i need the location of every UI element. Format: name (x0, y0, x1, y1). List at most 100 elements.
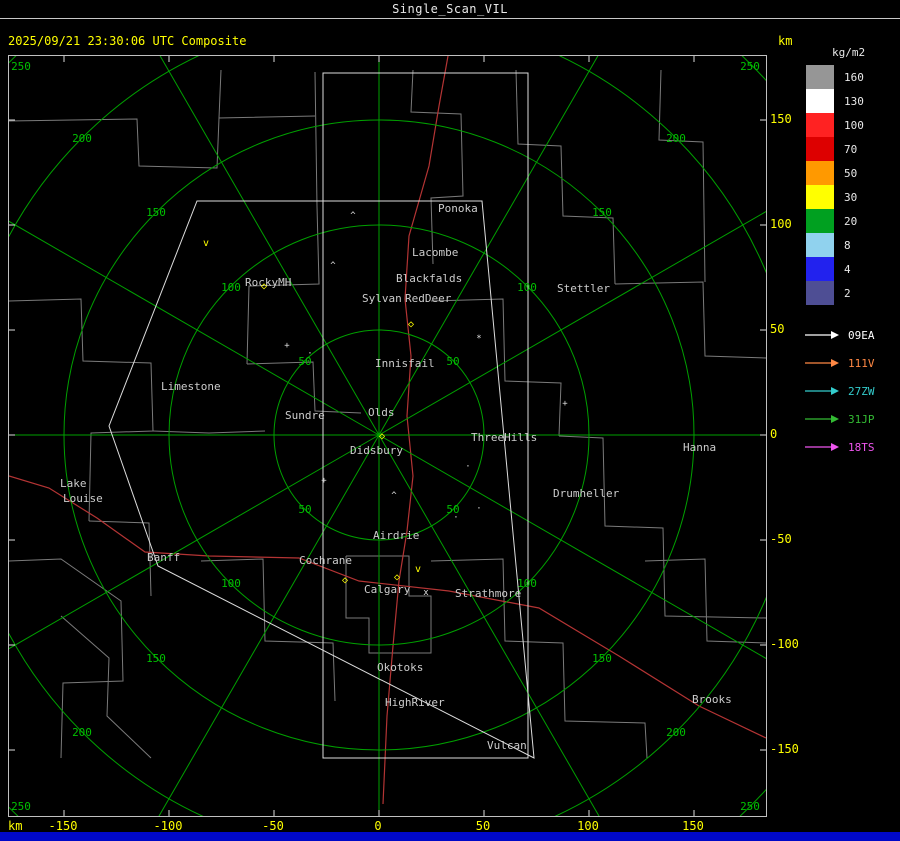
range-label: 200 (72, 726, 92, 739)
range-label: 100 (517, 281, 537, 294)
city-label: Lacombe (412, 246, 458, 259)
bottom-axis-value: -150 (48, 819, 78, 833)
colorbar-swatch (806, 113, 834, 137)
city-label: Limestone (161, 380, 221, 393)
county-boundary-line (614, 281, 766, 359)
colorbar-row: 160 (800, 65, 900, 89)
map-mark: · (307, 349, 312, 359)
track-arrow-icon (805, 443, 839, 451)
city-label: Hanna (683, 441, 716, 454)
map-mark: x (423, 588, 429, 598)
colorbar-row: 20 (800, 209, 900, 233)
colorbar-row: 130 (800, 89, 900, 113)
bottom-axis-value: 50 (475, 819, 491, 833)
city-label: Banff (147, 551, 180, 564)
county-boundary-line (246, 361, 362, 414)
colorbar-swatch (806, 137, 834, 161)
track-id-label: 09EA (848, 328, 875, 342)
bottom-bar (0, 832, 900, 841)
county-boundary-line (515, 69, 616, 285)
bottom-axis-unit: km (8, 819, 23, 833)
map-mark: + (284, 341, 290, 351)
range-label: 150 (146, 206, 166, 219)
track-row: 111V (804, 349, 900, 377)
colorbar-swatch (806, 209, 834, 233)
city-label: Vulcan (487, 739, 527, 752)
range-label: 250 (11, 60, 31, 73)
bottom-axis-value: 0 (374, 819, 382, 833)
colorbar-row: 30 (800, 185, 900, 209)
track-id-label: 27ZW (848, 384, 875, 398)
titlebar: Single_Scan_VIL (0, 0, 900, 19)
track-legend: 09EA 111V 27ZW 31JP 18TS (800, 321, 900, 461)
range-label: 200 (666, 132, 686, 145)
highway-line (382, 56, 449, 805)
county-boundary-line (410, 69, 464, 265)
colorbar-swatch (806, 161, 834, 185)
track-row: 18TS (804, 433, 900, 461)
county-boundary-line (9, 115, 316, 169)
colorbar-row: 2 (800, 281, 900, 305)
colorbar-row: 50 (800, 161, 900, 185)
city-label: Drumheller (553, 487, 620, 500)
right-axis-value: -100 (770, 637, 799, 651)
city-label: Sylvan (362, 292, 402, 305)
range-label: 50 (446, 355, 459, 368)
city-label: RockyMH (245, 276, 291, 289)
city-label: Blackfalds (396, 272, 462, 285)
right-axis-value: -150 (770, 742, 799, 756)
right-axis-value: -50 (770, 532, 792, 546)
map-mark: ^ (330, 261, 336, 271)
city-label: Olds (368, 406, 395, 419)
colorbar-row: 4 (800, 257, 900, 281)
track-id-label: 31JP (848, 412, 875, 426)
range-label: 50 (298, 503, 311, 516)
track-id-label: 18TS (848, 440, 875, 454)
range-label: 100 (221, 281, 241, 294)
colorbar-value: 130 (844, 94, 864, 108)
colorbar-value: 160 (844, 70, 864, 84)
bottom-axis-value: 150 (682, 819, 704, 833)
colorbar-value: 4 (844, 262, 851, 276)
radar-site-marker: v (415, 564, 421, 575)
city-label: Airdrie (373, 529, 419, 542)
city-label: HighRiver (385, 696, 445, 709)
radar-site-marker: ◇ (261, 281, 267, 292)
range-label: 150 (592, 652, 612, 665)
colorbar-value: 100 (844, 118, 864, 132)
colorbar-value: 8 (844, 238, 851, 252)
city-label: Brooks (692, 693, 732, 706)
colorbar-entries: 160 130 100 70 50 30 20 8 4 2 (800, 65, 900, 305)
colorbar-swatch (806, 257, 834, 281)
city-label: Didsbury (350, 444, 403, 457)
map-mark: * (476, 334, 481, 344)
colorbar-row: 70 (800, 137, 900, 161)
colorbar-legend: kg/m2 160 130 100 70 50 30 20 8 4 2 09EA 111V 27ZW 3… (800, 46, 900, 461)
radar-site-marker: ◇ (342, 575, 348, 586)
track-arrow-icon (805, 331, 839, 339)
track-arrow-icon (805, 415, 839, 423)
range-label: 200 (666, 726, 686, 739)
city-label: Sundre (285, 409, 325, 422)
city-label: Okotoks (377, 661, 423, 674)
colorbar-value: 2 (844, 286, 851, 300)
city-label: Lake (60, 477, 87, 490)
colorbar-swatch (806, 233, 834, 257)
colorbar-row: 100 (800, 113, 900, 137)
track-arrow-icon (805, 387, 839, 395)
map-mark: ^ (391, 491, 397, 501)
map-mark: · (465, 462, 470, 472)
city-label: Strathmore (455, 587, 521, 600)
colorbar-value: 20 (844, 214, 858, 228)
city-label: Innisfail (375, 357, 435, 370)
colorbar-value: 50 (844, 166, 858, 180)
radar-site-marker: v (203, 238, 209, 249)
colorbar-value: 30 (844, 190, 858, 204)
city-label: Louise (63, 492, 103, 505)
range-label: 250 (11, 800, 31, 813)
radar-plot[interactable]: 50 100 150 200 250 50 100 150 200 250 50 100 150 200 2… (8, 55, 767, 817)
colorbar-unit: kg/m2 (832, 46, 866, 59)
county-boundary-line (218, 69, 222, 119)
range-label: 250 (740, 800, 760, 813)
bottom-axis-value: -50 (262, 819, 284, 833)
